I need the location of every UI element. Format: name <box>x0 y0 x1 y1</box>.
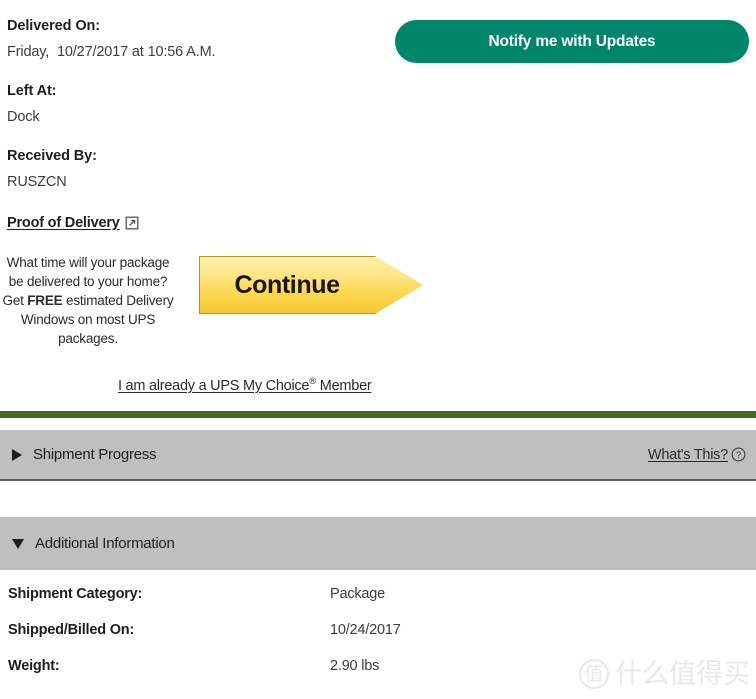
green-divider <box>0 411 756 418</box>
continue-button[interactable]: Continue <box>199 256 423 314</box>
already-my-choice-member-link[interactable]: I am already a UPS My Choice® Member <box>118 376 372 394</box>
shipped-billed-on-value: 10/24/2017 <box>330 622 401 638</box>
table-row: Shipment Category: Package <box>0 586 756 622</box>
shipment-progress-title: Shipment Progress <box>33 446 157 463</box>
table-row: Weight: 2.90 lbs <box>0 658 756 694</box>
member-link-part2: Member <box>316 377 372 394</box>
table-row: Shipped/Billed On: 10/24/2017 <box>0 622 756 658</box>
whats-this-label: What's This? <box>647 446 728 463</box>
shipment-category-value: Package <box>330 586 386 602</box>
external-link-icon <box>125 216 139 230</box>
received-by-value: RUSZCN <box>7 174 67 190</box>
delivery-details-pane: Delivered On: Friday, 10/27/2017 at 10:5… <box>0 0 756 411</box>
additional-information-title: Additional Information <box>35 535 175 552</box>
proof-of-delivery-label: Proof of Delivery <box>7 215 120 231</box>
left-at-label: Left At: <box>7 83 57 99</box>
member-link-registered-mark: ® <box>309 376 316 387</box>
my-choice-promo-text: What time will your package be delivered… <box>0 253 176 348</box>
svg-text:?: ? <box>736 450 741 460</box>
notify-me-with-updates-button[interactable]: Notify me with Updates <box>395 20 749 63</box>
shipment-progress-section-header[interactable]: Shipment Progress What's This? ? <box>0 430 756 481</box>
continue-button-label: Continue <box>234 270 340 299</box>
triangle-down-icon <box>12 538 24 549</box>
additional-information-section-header[interactable]: Additional Information <box>0 517 756 570</box>
weight-label: Weight: <box>8 658 60 674</box>
delivered-on-value: Friday, 10/27/2017 at 10:56 A.M. <box>7 44 216 60</box>
promo-text-free: FREE <box>27 293 63 308</box>
received-by-label: Received By: <box>7 148 97 164</box>
delivery-detail-list: Delivered On: Friday, 10/27/2017 at 10:5… <box>7 18 387 232</box>
delivered-on-label: Delivered On: <box>7 18 100 34</box>
triangle-right-icon <box>12 448 22 461</box>
left-at-value: Dock <box>7 109 40 125</box>
question-circle-icon: ? <box>731 447 746 462</box>
shipped-billed-on-label: Shipped/Billed On: <box>8 622 135 638</box>
whats-this-link[interactable]: What's This? ? <box>648 447 746 463</box>
member-link-part1: I am already a UPS My Choice <box>118 377 310 394</box>
proof-of-delivery-link[interactable]: Proof of Delivery <box>7 215 139 231</box>
shipment-category-label: Shipment Category: <box>8 586 143 602</box>
weight-value: 2.90 lbs <box>330 658 380 674</box>
additional-information-table: Shipment Category: Package Shipped/Bille… <box>0 586 756 694</box>
